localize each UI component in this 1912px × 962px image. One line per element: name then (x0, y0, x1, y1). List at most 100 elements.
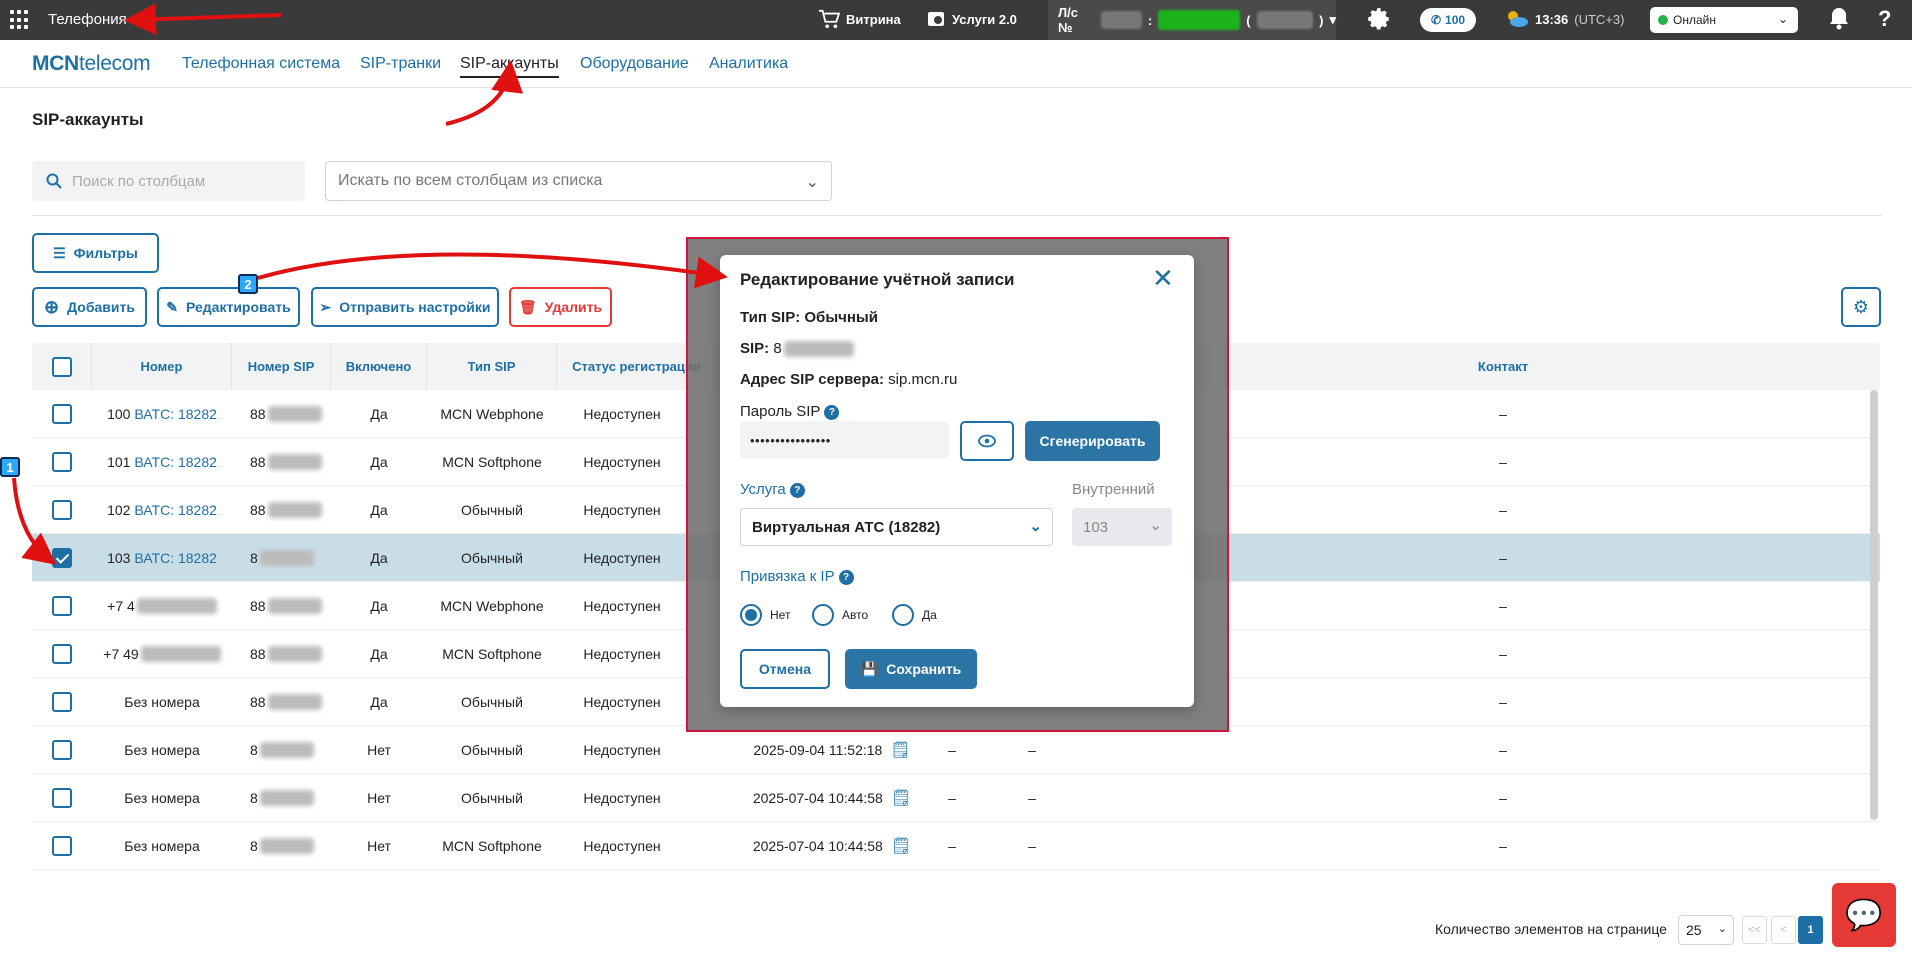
ip-option-auto[interactable]: Авто (812, 604, 868, 626)
close-icon[interactable]: ✕ (1152, 265, 1174, 291)
delete-label: Удалить (544, 299, 603, 315)
radio-selected-icon (740, 604, 762, 626)
showcase-link[interactable]: Витрина (818, 9, 901, 29)
row-checkbox[interactable] (52, 740, 72, 760)
col-enabled[interactable]: Включено (331, 343, 427, 390)
sip-number-cell: 88 (250, 678, 340, 726)
col-number[interactable]: Номер (92, 343, 232, 390)
number-cell: 101 ВАТС: 18282 (92, 438, 232, 486)
services-link[interactable]: Услуги 2.0 (926, 9, 1017, 29)
number-text: Без номера (124, 742, 200, 758)
row-checkbox[interactable] (52, 644, 72, 664)
ip-option-auto-label: Авто (842, 608, 869, 622)
cart-icon (819, 9, 840, 29)
row-checkbox[interactable] (52, 548, 72, 568)
col-sip-number[interactable]: Номер SIP (232, 343, 331, 390)
row-checkbox[interactable] (52, 500, 72, 520)
apps-grid-icon[interactable] (10, 10, 30, 30)
table-scrollbar[interactable] (1870, 390, 1878, 820)
row-checkbox[interactable] (52, 836, 72, 856)
table-settings-button[interactable]: ⚙ (1841, 287, 1881, 327)
vats-link[interactable]: ВАТС: 18282 (134, 454, 217, 470)
edit-button[interactable]: ✎ Редактировать (157, 287, 300, 327)
ip-option-no[interactable]: Нет (740, 604, 790, 626)
account-number-blurred (1101, 11, 1143, 29)
log-search-icon[interactable]: 🗒 (890, 740, 910, 760)
prev-page-button[interactable]: < (1771, 916, 1796, 944)
tab-equipment[interactable]: Оборудование (580, 55, 689, 73)
sip-number-text: 8 (250, 742, 258, 758)
filters-button[interactable]: ☰ Фильтры (32, 233, 159, 273)
delete-button[interactable]: 🗑 Удалить (509, 287, 612, 327)
mcn-logo[interactable]: MCNtelecom (32, 52, 151, 76)
row-checkbox[interactable] (52, 596, 72, 616)
per-page-select[interactable]: 25 ⌄ (1678, 915, 1734, 945)
app-title[interactable]: Телефония (48, 11, 127, 28)
edit-account-modal: Редактирование учётной записи ✕ Тип SIP:… (720, 255, 1194, 707)
tab-phone-system[interactable]: Телефонная система (182, 55, 340, 73)
ip-option-yes-label: Да (922, 608, 937, 622)
first-page-button[interactable]: << (1742, 916, 1767, 944)
generate-password-button[interactable]: Сгенерировать (1025, 421, 1160, 461)
server-label: Адрес SIP сервера: (740, 371, 884, 388)
service-select[interactable]: Виртуальная АТС (18282) ⌄ (740, 508, 1053, 546)
number-cell: 102 ВАТС: 18282 (92, 486, 232, 534)
chevron-down-icon: ⌄ (1149, 517, 1162, 534)
account-selector[interactable]: Л/с № : ( ) ▾ (1048, 0, 1336, 40)
column-search-input[interactable]: Поиск по столбцам (32, 161, 305, 201)
plus-circle-icon: ⊕ (44, 296, 60, 317)
page-1-button[interactable]: 1 (1798, 916, 1823, 944)
sip-type-cell: Обычный (461, 502, 523, 518)
dash-cell: – (1028, 790, 1036, 806)
select-all-checkbox[interactable] (51, 356, 72, 377)
modal-title: Редактирование учётной записи (740, 270, 1015, 289)
vats-link[interactable]: ВАТС: 18282 (134, 502, 217, 518)
number-text: Без номера (124, 694, 200, 710)
ip-option-no-label: Нет (770, 608, 791, 622)
table-row[interactable]: Без номера 8 Нет Обычный Недоступен 2025-09-0… (32, 726, 1880, 774)
ip-option-yes[interactable]: Да (892, 604, 937, 626)
add-button[interactable]: ⊕ Добавить (32, 287, 147, 327)
log-search-icon[interactable]: 🗒 (891, 788, 911, 808)
col-contact[interactable]: Контакт (1428, 343, 1578, 390)
table-row[interactable]: Без номера 8 Нет MCN Softphone Недоступен 202… (32, 822, 1880, 870)
help-icon[interactable]: ? (824, 404, 840, 420)
col-sip-type[interactable]: Тип SIP (427, 343, 557, 390)
chat-button[interactable]: 💬 (1832, 883, 1896, 947)
sip-type-cell: MCN Webphone (440, 598, 544, 614)
cancel-button[interactable]: Отмена (740, 649, 830, 689)
presence-select[interactable]: Онлайн ⌄ (1650, 7, 1798, 33)
row-checkbox[interactable] (52, 692, 72, 712)
table-row[interactable]: Без номера 8 Нет Обычный Недоступен 2025-07-0… (32, 774, 1880, 822)
row-checkbox[interactable] (52, 404, 72, 424)
services-label: Услуги 2.0 (952, 11, 1017, 27)
password-field[interactable]: •••••••••••••••• (740, 421, 949, 459)
tab-analytics[interactable]: Аналитика (709, 55, 788, 73)
number-text: 103 (107, 550, 131, 566)
vats-link[interactable]: ВАТС: 18282 (134, 406, 217, 422)
send-settings-button[interactable]: ➢ Отправить настройки (311, 287, 499, 327)
enabled-cell: Да (370, 646, 388, 662)
row-checkbox[interactable] (52, 788, 72, 808)
tab-sip-trunks[interactable]: SIP-транки (360, 55, 441, 73)
help-icon[interactable]: ? (838, 569, 854, 585)
number-cell: 103 ВАТС: 18282 (92, 534, 232, 582)
enabled-cell: Да (370, 598, 388, 614)
tab-sip-accounts[interactable]: SIP-аккаунты (460, 55, 559, 78)
bell-icon[interactable] (1828, 6, 1850, 36)
help-icon[interactable]: ? (789, 482, 805, 498)
row-checkbox[interactable] (52, 452, 72, 472)
dash-cell: – (1028, 742, 1036, 758)
internal-number-select[interactable]: 103 ⌄ (1072, 508, 1172, 546)
search-scope-select[interactable]: Искать по всем столбцам из списка ⌄ (325, 161, 832, 201)
gear-icon[interactable] (1366, 6, 1392, 38)
pencil-icon: ✎ (166, 298, 179, 315)
show-password-button[interactable] (960, 421, 1014, 461)
calls-badge[interactable]: ✆ 100 (1420, 8, 1476, 32)
sip-type-cell: MCN Webphone (440, 406, 544, 422)
help-icon[interactable]: ? (1878, 6, 1891, 32)
log-search-icon[interactable]: 🗒 (891, 836, 911, 856)
vats-link[interactable]: ВАТС: 18282 (134, 550, 217, 566)
save-button[interactable]: 💾 Сохранить (845, 649, 977, 689)
contact-cell: – (1499, 742, 1507, 758)
